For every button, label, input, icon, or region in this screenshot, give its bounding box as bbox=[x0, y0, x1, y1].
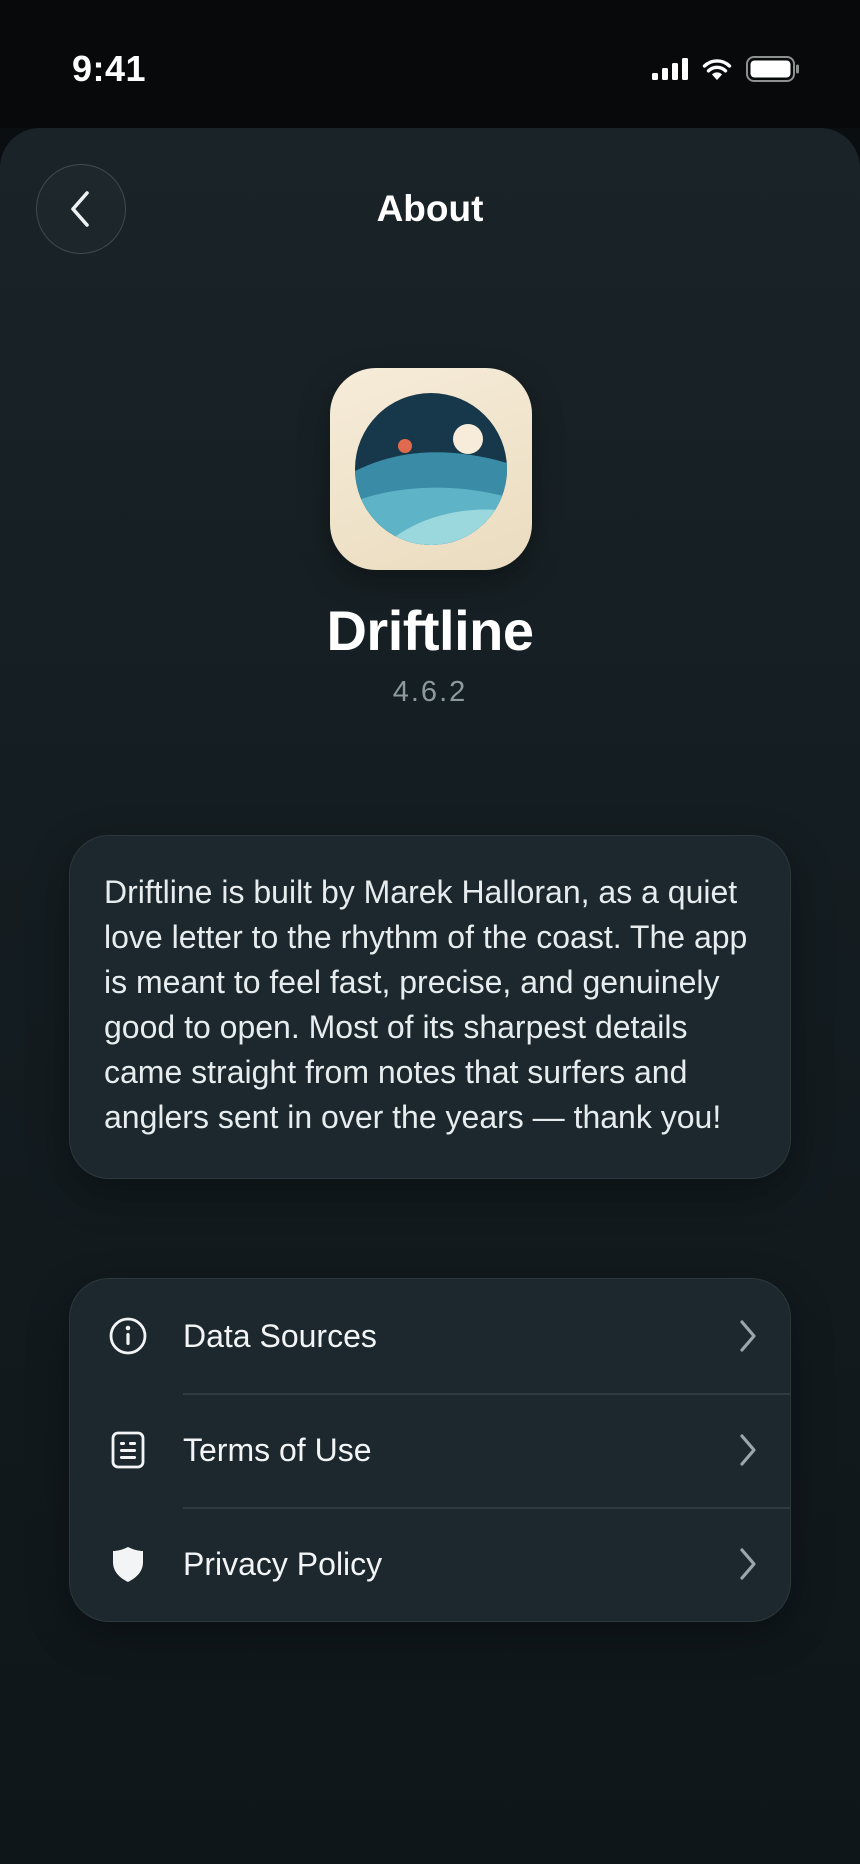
chevron-right-icon bbox=[736, 1432, 760, 1468]
links-list: Data Sources Terms of Use Privacy Policy bbox=[69, 1278, 791, 1622]
seascape-moon-icon bbox=[355, 393, 507, 545]
status-time: 9:41 bbox=[72, 48, 147, 89]
shield-icon bbox=[108, 1544, 148, 1584]
app-name: Driftline bbox=[326, 599, 534, 662]
status-bar: 9:41 bbox=[0, 0, 860, 128]
document-icon bbox=[108, 1430, 148, 1470]
data-sources-label: Data Sources bbox=[183, 1317, 377, 1354]
data-sources-row[interactable]: Data Sources bbox=[70, 1279, 790, 1393]
wifi-icon bbox=[702, 58, 732, 85]
about-card: Driftline is built by Marek Halloran, as… bbox=[69, 835, 791, 1179]
battery-icon bbox=[746, 56, 800, 87]
terms-of-use-row[interactable]: Terms of Use bbox=[70, 1393, 790, 1507]
cellular-signal-icon bbox=[652, 58, 688, 85]
page-title: About bbox=[376, 188, 484, 229]
privacy-policy-row[interactable]: Privacy Policy bbox=[70, 1507, 790, 1621]
app-version: 4.6.2 bbox=[392, 676, 468, 708]
app-icon bbox=[330, 368, 532, 570]
chevron-right-icon bbox=[736, 1318, 760, 1354]
privacy-policy-label: Privacy Policy bbox=[183, 1545, 383, 1582]
terms-of-use-label: Terms of Use bbox=[183, 1431, 372, 1468]
status-icons bbox=[652, 56, 800, 87]
about-sheet: About Driftline 4.6.2 Driftline is built… bbox=[0, 128, 860, 1864]
chevron-right-icon bbox=[736, 1546, 760, 1582]
about-text: Driftline is built by Marek Halloran, as… bbox=[104, 874, 748, 1135]
info-circle-icon bbox=[108, 1316, 148, 1356]
